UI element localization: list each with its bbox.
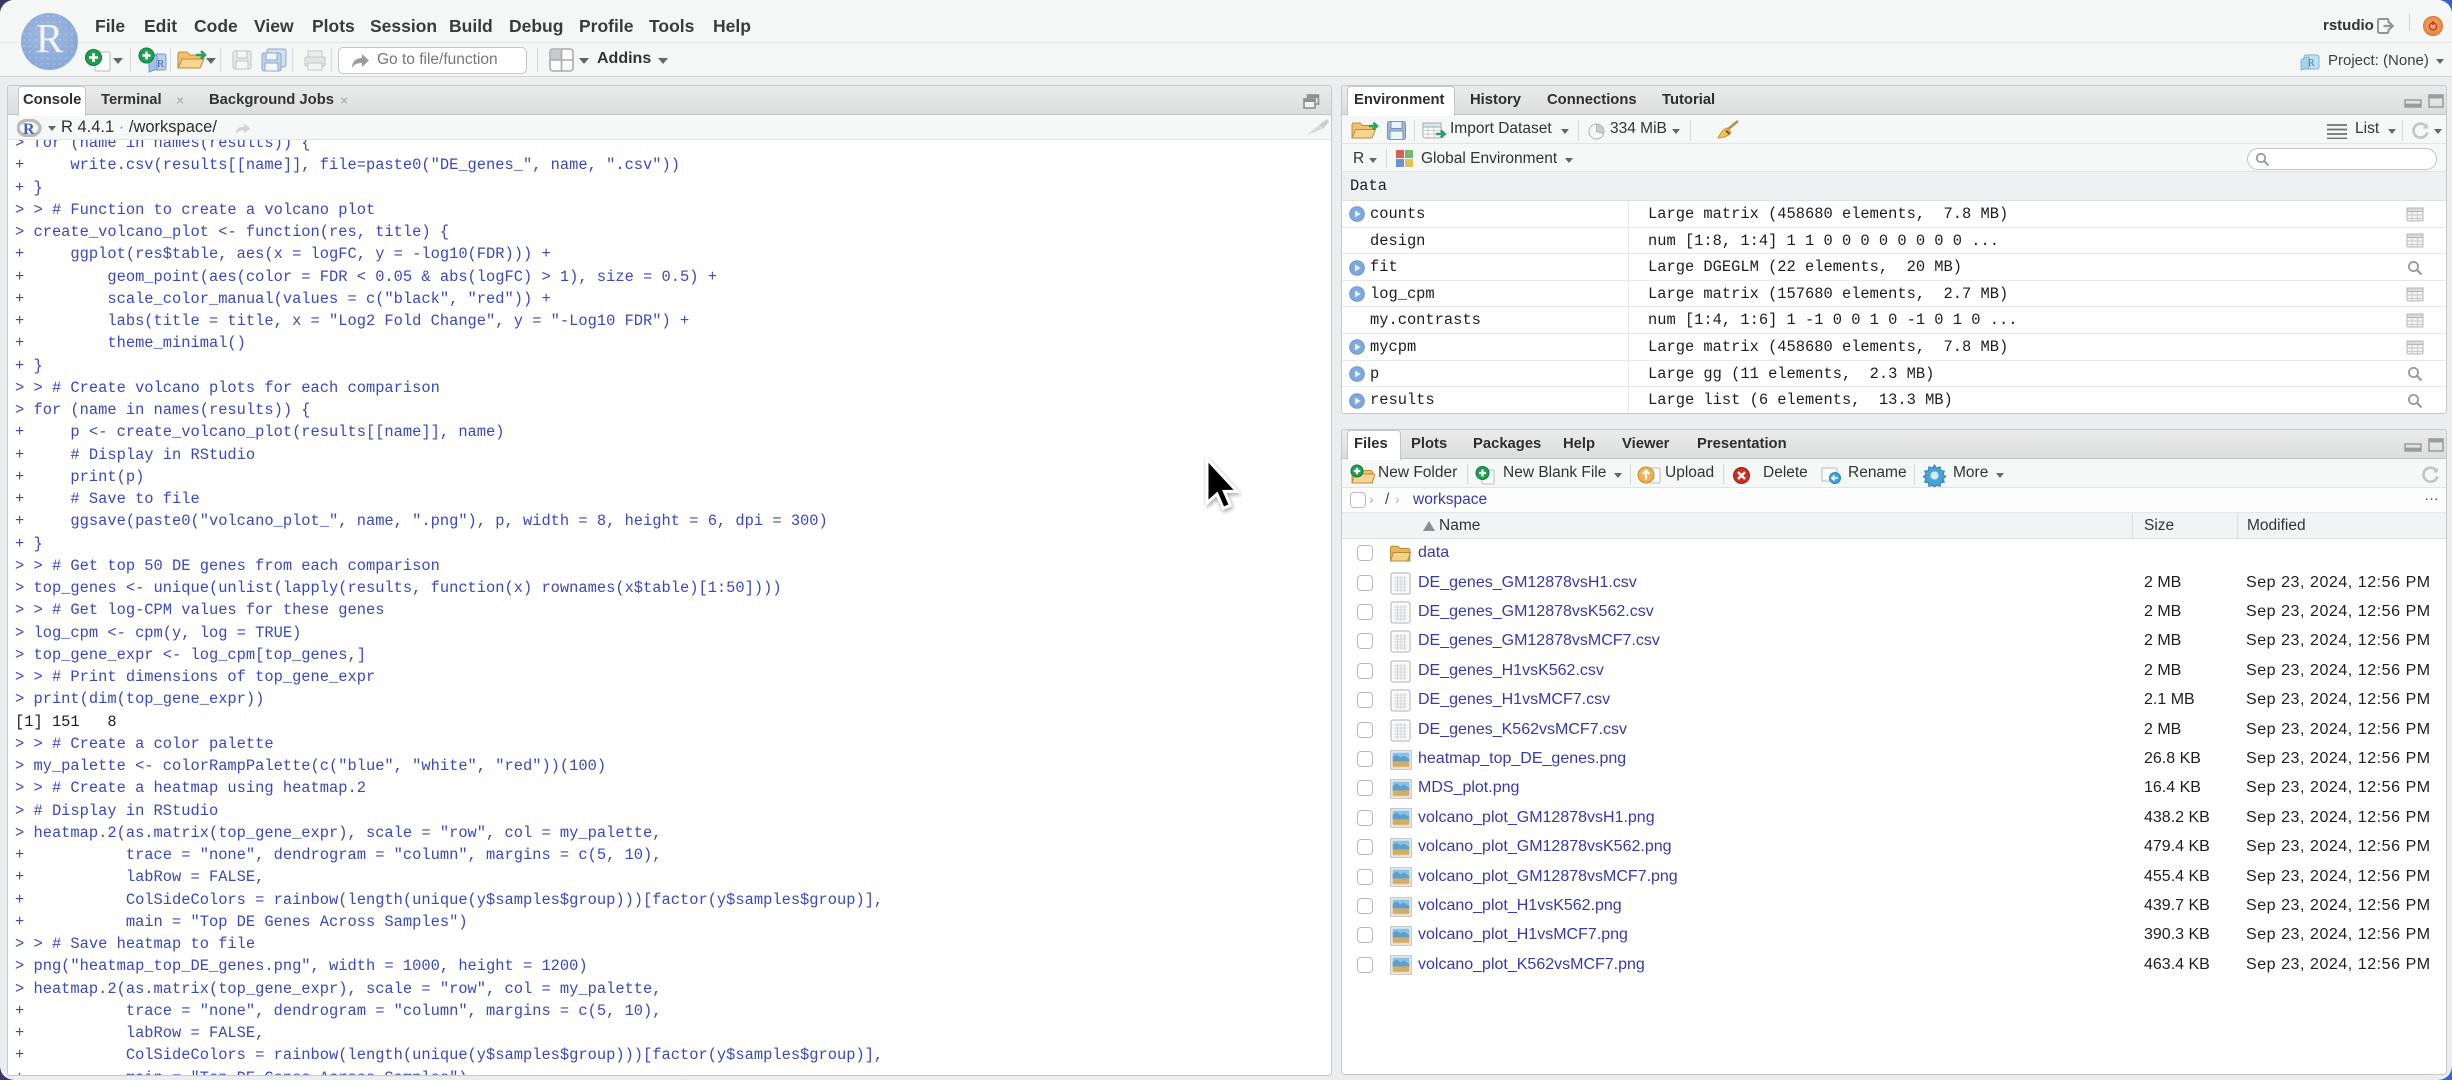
svg-text:R: R xyxy=(23,121,35,137)
svg-text:R: R xyxy=(2308,58,2315,69)
svg-text:R: R xyxy=(157,58,165,70)
